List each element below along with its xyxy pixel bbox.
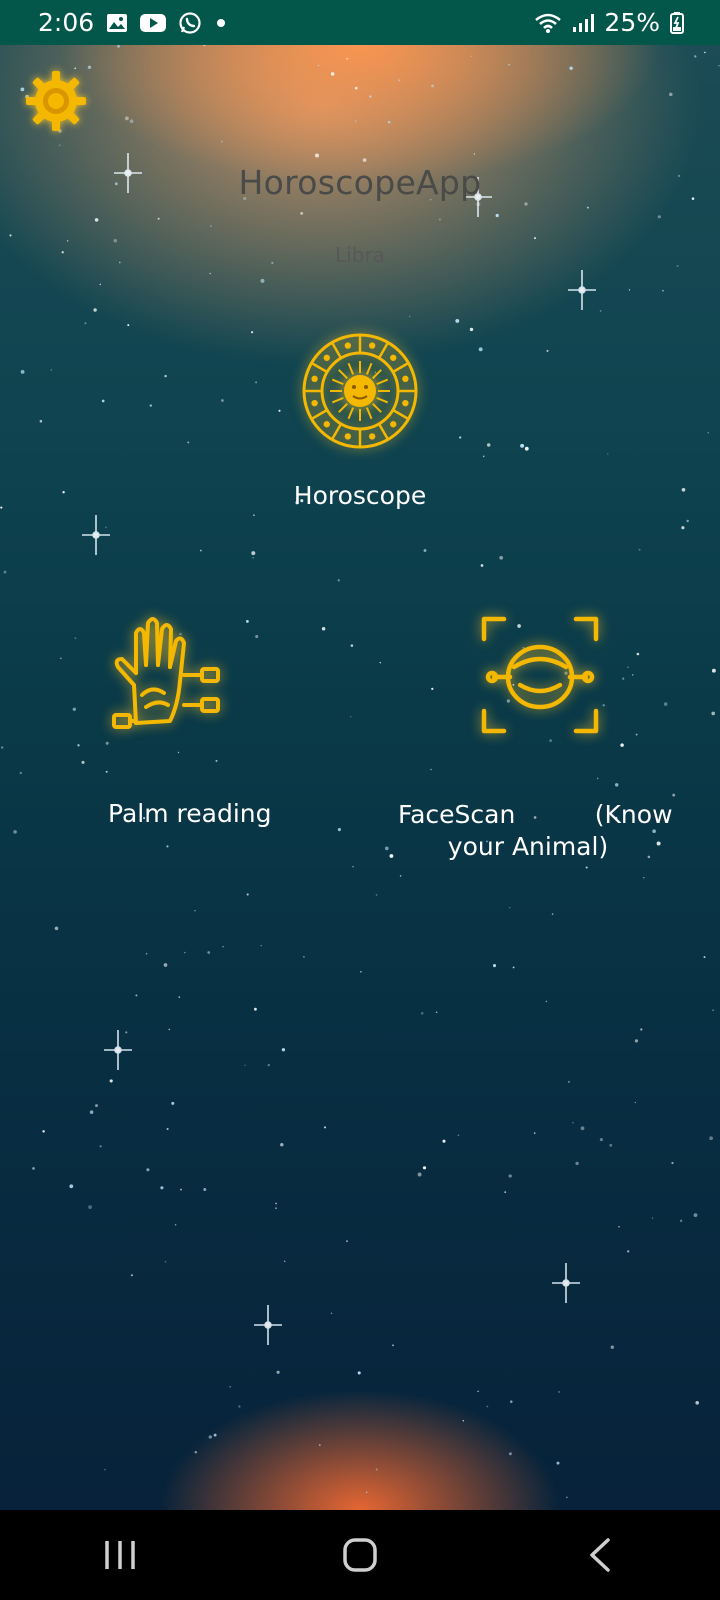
app-title: HoroscopeApp [238,163,482,202]
battery-icon [670,11,684,34]
recent-apps-icon [105,1541,135,1569]
recent-apps-button[interactable] [60,1510,180,1600]
whatsapp-icon [178,11,202,35]
dot-icon [214,16,228,30]
face-scan-label: FaceScan (Know your Animal) [398,799,673,863]
app-background: HoroscopeApp Libra Horoscope Palm readin… [0,45,720,1510]
status-time: 2:06 [38,8,95,37]
wifi-icon [534,12,562,34]
zodiac-sign-label: Libra [335,243,385,267]
home-icon [343,1538,377,1572]
face-scan-label-line-1: FaceScan (Know [398,800,673,829]
horoscope-label: Horoscope [293,481,427,510]
back-icon [590,1538,610,1572]
palm-reading-button[interactable]: Palm reading [96,615,276,828]
zodiac-wheel-icon [300,331,420,451]
face-scan-icon [480,615,600,735]
settings-button[interactable] [24,69,88,133]
palm-reading-label: Palm reading [108,799,272,828]
palm-icon [106,615,224,737]
battery-percent: 25% [604,8,660,37]
home-button[interactable] [300,1510,420,1600]
face-scan-label-line-2: your Animal) [447,832,609,861]
status-bar: 2:06 25% [0,0,720,45]
navigation-bar [0,1510,720,1600]
face-scan-button[interactable]: FaceScan (Know your Animal) [398,615,673,863]
horoscope-button[interactable]: Horoscope [260,331,460,510]
image-icon [106,13,128,33]
status-left: 2:06 [38,8,228,37]
gear-icon [26,71,86,131]
youtube-icon [140,13,167,33]
status-right: 25% [534,8,684,37]
back-button[interactable] [540,1510,660,1600]
signal-icon [572,13,595,33]
